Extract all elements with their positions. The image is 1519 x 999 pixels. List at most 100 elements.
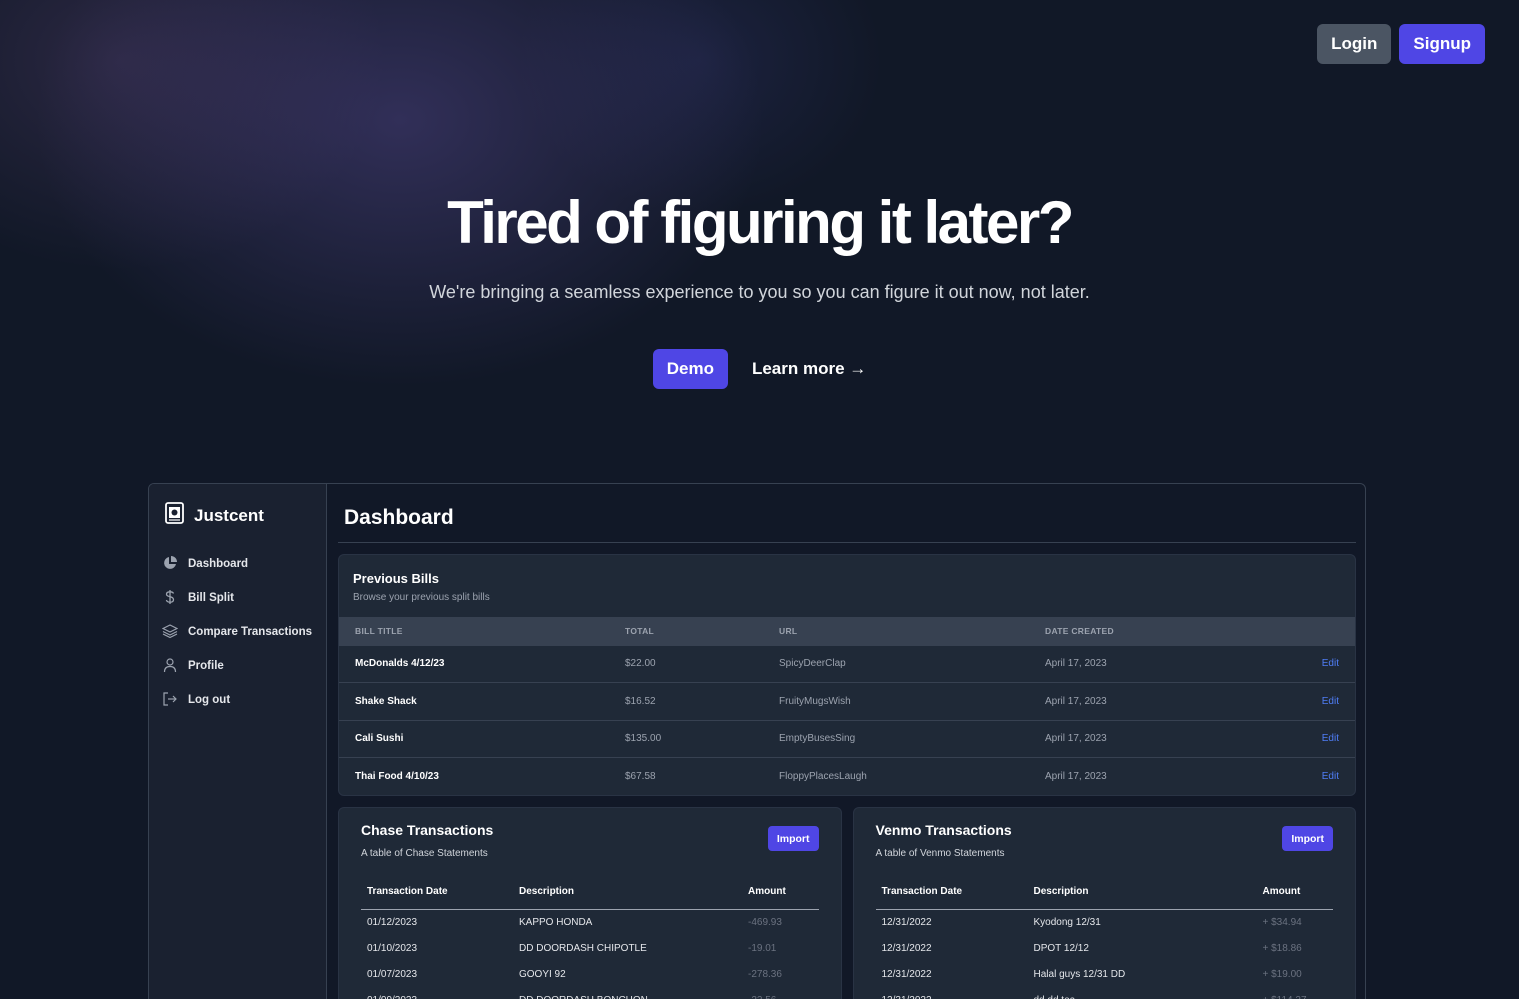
- header-actions: Login Signup: [1317, 24, 1485, 64]
- bill-date: April 17, 2023: [1029, 682, 1259, 720]
- import-button[interactable]: Import: [1282, 826, 1333, 851]
- import-button[interactable]: Import: [767, 826, 819, 851]
- column-header: [1259, 617, 1355, 645]
- transaction-amount: + $18.86: [1262, 942, 1302, 954]
- bill-total: $16.52: [609, 682, 763, 720]
- previous-bills-card: Previous Bills Browse your previous spli…: [338, 554, 1356, 796]
- transaction-date: 01/07/2023: [367, 968, 418, 980]
- column-header: Transaction Date: [361, 875, 513, 910]
- transaction-amount: -278.36: [748, 968, 782, 980]
- table-row: 12/31/2022 Halal guys 12/31 DD + $19.00: [876, 961, 1334, 987]
- bill-date: April 17, 2023: [1029, 644, 1259, 683]
- transaction-description: Kyodong 12/31: [1033, 916, 1101, 928]
- sidebar-item-label: Profile: [188, 660, 224, 672]
- transaction-description: GOOYI 92: [519, 968, 566, 980]
- table-row: Shake Shack $16.52 FruityMugsWish April …: [339, 682, 1355, 720]
- transaction-date: 01/09/2023: [361, 987, 513, 999]
- sidebar-item-label: Log out: [188, 694, 231, 706]
- column-header: Amount: [1256, 875, 1333, 910]
- hero-title: Tired of figuring it later?: [447, 189, 1074, 256]
- bill-date: April 17, 2023: [1029, 719, 1259, 758]
- transaction-date: 01/10/2023: [367, 942, 418, 954]
- hero-subtitle: We're bringing a seamless experience to …: [429, 282, 1090, 302]
- sidebar-item-log-out[interactable]: Log out: [149, 683, 326, 717]
- hero-actions: Demo Learn more →: [0, 349, 1519, 389]
- table-row: Cali Sushi $135.00 EmptyBusesSing April …: [339, 719, 1355, 758]
- bill-title: Shake Shack: [339, 682, 609, 720]
- sidebar-item-profile[interactable]: Profile: [149, 649, 326, 683]
- table-row: 12/31/2022 dd dd tea + $114.27: [876, 987, 1334, 999]
- chase-table: Transaction Date Description Amount 01/1…: [361, 875, 819, 999]
- transaction-description: DD DOORDASH BONCHON: [513, 987, 742, 999]
- transaction-date: 12/31/2022: [876, 987, 1028, 999]
- main-content: Dashboard Previous Bills Browse your pre…: [327, 484, 1365, 999]
- edit-link[interactable]: Edit: [1259, 757, 1355, 795]
- sidebar-item-dashboard[interactable]: Dashboard: [149, 547, 326, 581]
- column-header: DATE CREATED: [1045, 625, 1114, 636]
- table-row: McDonalds 4/12/23 $22.00 SpicyDeerClap A…: [339, 644, 1355, 683]
- brand[interactable]: Justcent: [149, 502, 326, 529]
- table-header: Transaction Date Description Amount: [875, 875, 1333, 910]
- pie-chart-icon: [162, 555, 178, 574]
- edit-link[interactable]: Edit: [1259, 644, 1355, 683]
- transaction-amount: -22.56: [742, 987, 819, 999]
- sidebar-item-label: Dashboard: [188, 558, 249, 570]
- bill-url: FloppyPlacesLaugh: [763, 757, 1029, 795]
- transaction-description: Halal guys 12/31 DD: [1033, 968, 1126, 980]
- bill-title: Cali Sushi: [339, 719, 609, 758]
- bills-table: BILL TITLE TOTAL URL DATE CREATED McDona…: [339, 617, 1355, 795]
- bill-total: $135.00: [609, 719, 763, 758]
- bill-date: April 17, 2023: [1029, 757, 1259, 795]
- layers-icon: [161, 623, 179, 642]
- bill-title: McDonalds 4/12/23: [339, 644, 609, 683]
- card-title: Venmo Transactions: [875, 822, 1012, 838]
- transaction-amount: + $19.00: [1262, 968, 1302, 980]
- sidebar-item-compare-transactions[interactable]: Compare Transactions: [149, 615, 326, 649]
- bill-url: FruityMugsWish: [763, 682, 1029, 720]
- column-header: Amount: [742, 875, 819, 910]
- card-subtitle: A table of Venmo Statements: [875, 848, 1005, 859]
- bill-title: Thai Food 4/10/23: [339, 757, 609, 795]
- sidebar: Justcent Dashboard Bill Split Compare Tr…: [149, 484, 327, 999]
- transactions-row: Chase Transactions A table of Chase Stat…: [338, 807, 1356, 999]
- logout-icon: [162, 691, 178, 710]
- column-header: Description: [513, 875, 742, 910]
- column-header: TOTAL: [625, 625, 655, 636]
- signup-button[interactable]: Signup: [1399, 24, 1485, 64]
- table-row: 12/31/2022 Kyodong 12/31 + $34.94: [876, 909, 1334, 935]
- transaction-description: DD DOORDASH CHIPOTLE: [519, 942, 647, 954]
- brand-name: Justcent: [194, 505, 264, 525]
- edit-link[interactable]: Edit: [1259, 682, 1355, 720]
- column-header: Transaction Date: [875, 875, 1028, 910]
- page-title: Dashboard: [338, 484, 1356, 543]
- dollar-icon: [162, 589, 178, 608]
- table-header: Transaction Date Description Amount: [361, 875, 819, 910]
- venmo-table: Transaction Date Description Amount 12/3…: [875, 875, 1334, 999]
- user-icon: [162, 657, 178, 676]
- transaction-description: dd dd tea: [1028, 987, 1257, 999]
- chase-transactions-card: Chase Transactions A table of Chase Stat…: [338, 807, 842, 999]
- transaction-description: DPOT 12/12: [1033, 942, 1089, 954]
- sidebar-item-label: Bill Split: [188, 592, 234, 604]
- table-header: BILL TITLE TOTAL URL DATE CREATED: [339, 617, 1355, 645]
- demo-button[interactable]: Demo: [652, 349, 728, 389]
- table-row: 12/31/2022 DPOT 12/12 + $18.86: [876, 935, 1334, 961]
- transaction-date: 12/31/2022: [881, 968, 932, 980]
- transaction-date: 12/31/2022: [881, 942, 932, 954]
- sidebar-item-label: Compare Transactions: [188, 626, 312, 638]
- bill-total: $67.58: [609, 757, 763, 795]
- bill-url: SpicyDeerClap: [763, 644, 1029, 683]
- login-button[interactable]: Login: [1317, 24, 1392, 64]
- edit-link[interactable]: Edit: [1259, 719, 1355, 758]
- card-subtitle: Browse your previous split bills: [353, 592, 490, 603]
- transaction-amount: -469.93: [748, 916, 782, 928]
- transaction-description: KAPPO HONDA: [519, 916, 593, 928]
- column-header: URL: [779, 625, 798, 636]
- column-header: Description: [1027, 875, 1257, 910]
- table-row: 01/09/2023 DD DOORDASH BONCHON -22.56: [361, 987, 819, 999]
- learn-more-link[interactable]: Learn more →: [752, 359, 866, 379]
- table-row: 01/07/2023 GOOYI 92 -278.36: [361, 961, 819, 987]
- card-title: Previous Bills: [353, 571, 439, 586]
- card-subtitle: A table of Chase Statements: [361, 848, 488, 859]
- sidebar-item-bill-split[interactable]: Bill Split: [149, 581, 326, 615]
